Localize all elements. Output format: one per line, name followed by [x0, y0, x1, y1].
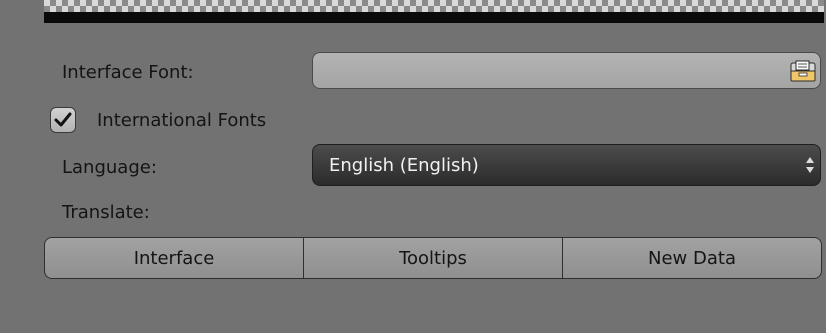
preferences-panel: Interface Font: International Fonts Lang… — [0, 0, 826, 333]
translate-new-data-button[interactable]: New Data — [563, 238, 821, 278]
top-divider-bar — [44, 12, 824, 23]
language-value: English (English) — [329, 154, 479, 176]
translate-tooltips-button[interactable]: Tooltips — [304, 238, 563, 278]
international-fonts-label: International Fonts — [97, 109, 267, 131]
translate-interface-button[interactable]: Interface — [45, 238, 304, 278]
interface-font-field[interactable] — [312, 52, 821, 89]
international-fonts-toggle[interactable]: International Fonts — [50, 105, 266, 135]
interface-font-label: Interface Font: — [62, 62, 194, 83]
translate-label: Translate: — [62, 202, 150, 223]
checkbox[interactable] — [50, 107, 76, 133]
updown-arrows-icon — [806, 157, 814, 173]
checker-pattern-strip — [44, 0, 824, 12]
checkmark-icon — [54, 112, 72, 127]
language-label: Language: — [62, 157, 157, 178]
folder-icon[interactable] — [788, 56, 818, 86]
language-dropdown[interactable]: English (English) — [312, 144, 821, 186]
translate-toggle-group: Interface Tooltips New Data — [44, 237, 822, 279]
